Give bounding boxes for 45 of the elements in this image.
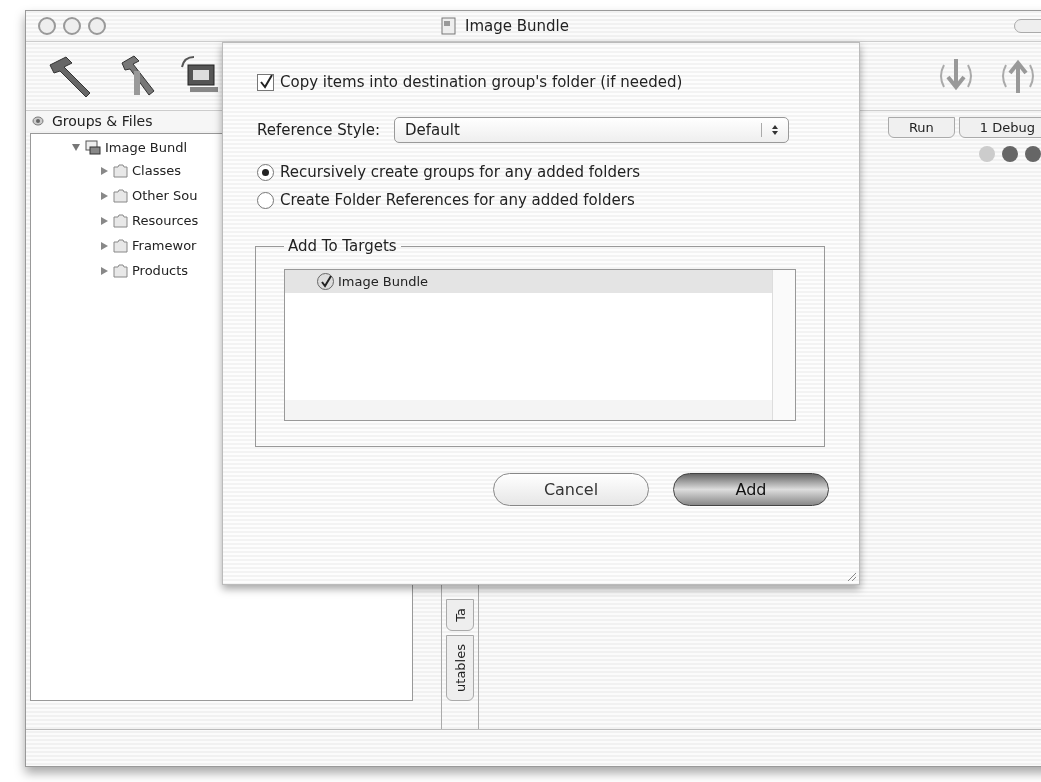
tree-item[interactable]: Image Bundl xyxy=(105,139,188,155)
checkbox[interactable] xyxy=(257,73,274,91)
tree-item[interactable]: Resources xyxy=(132,213,199,228)
project-icon xyxy=(85,139,101,155)
toolbar-toggle-button[interactable] xyxy=(1014,19,1041,33)
folder-icon xyxy=(113,263,128,278)
folder-icon xyxy=(113,238,128,253)
window-title: Image Bundle xyxy=(465,17,569,35)
editor-tab[interactable]: 1 Debug xyxy=(958,117,1041,138)
window-control-icon[interactable] xyxy=(38,17,56,35)
window-control-icon[interactable] xyxy=(63,17,81,35)
window-control-icon[interactable] xyxy=(88,17,106,35)
cancel-button[interactable]: Cancel xyxy=(493,473,649,506)
tree-item[interactable]: Framewor xyxy=(132,238,197,253)
radio-label[interactable]: Recursively create groups for any added folders xyxy=(280,163,641,181)
editor-tab[interactable]: Run xyxy=(887,117,955,138)
checkbox-label[interactable]: Copy items into destination group's folder (if needed) xyxy=(280,73,683,91)
tree-item[interactable]: Products xyxy=(132,263,189,278)
folder-icon xyxy=(113,163,128,178)
tree-item[interactable]: Classes xyxy=(132,163,181,178)
reference-style-popup[interactable]: Default xyxy=(394,117,790,143)
group-title: Add To Targets xyxy=(287,237,398,255)
side-tab[interactable]: Ta xyxy=(446,599,474,632)
disclosure-closed-icon[interactable] xyxy=(99,165,109,176)
tree-item[interactable]: Other Sou xyxy=(132,188,198,203)
radio-button[interactable] xyxy=(257,163,274,181)
document-icon xyxy=(441,17,457,35)
radio-label[interactable]: Create Folder References for any added folders xyxy=(280,191,635,209)
disclosure-open-icon[interactable] xyxy=(71,142,81,152)
resize-grip-icon[interactable] xyxy=(845,570,857,582)
disclosure-closed-icon[interactable] xyxy=(99,265,109,276)
radio-button[interactable] xyxy=(257,191,274,209)
folder-icon xyxy=(113,213,128,228)
field-label: Reference Style: xyxy=(257,121,381,139)
scroll-bar[interactable] xyxy=(772,270,795,420)
disclosure-closed-icon[interactable] xyxy=(99,190,109,201)
disclosure-closed-icon[interactable] xyxy=(99,240,109,251)
target-row[interactable]: Image Bundle xyxy=(285,270,772,293)
target-checkbox[interactable] xyxy=(317,273,334,290)
eye-icon[interactable] xyxy=(32,116,44,126)
add-button[interactable]: Add xyxy=(673,473,829,506)
folder-icon xyxy=(113,188,128,203)
disclosure-closed-icon[interactable] xyxy=(99,215,109,226)
side-tab[interactable]: utables xyxy=(446,635,474,701)
panel-header: Groups & Files xyxy=(52,113,153,129)
